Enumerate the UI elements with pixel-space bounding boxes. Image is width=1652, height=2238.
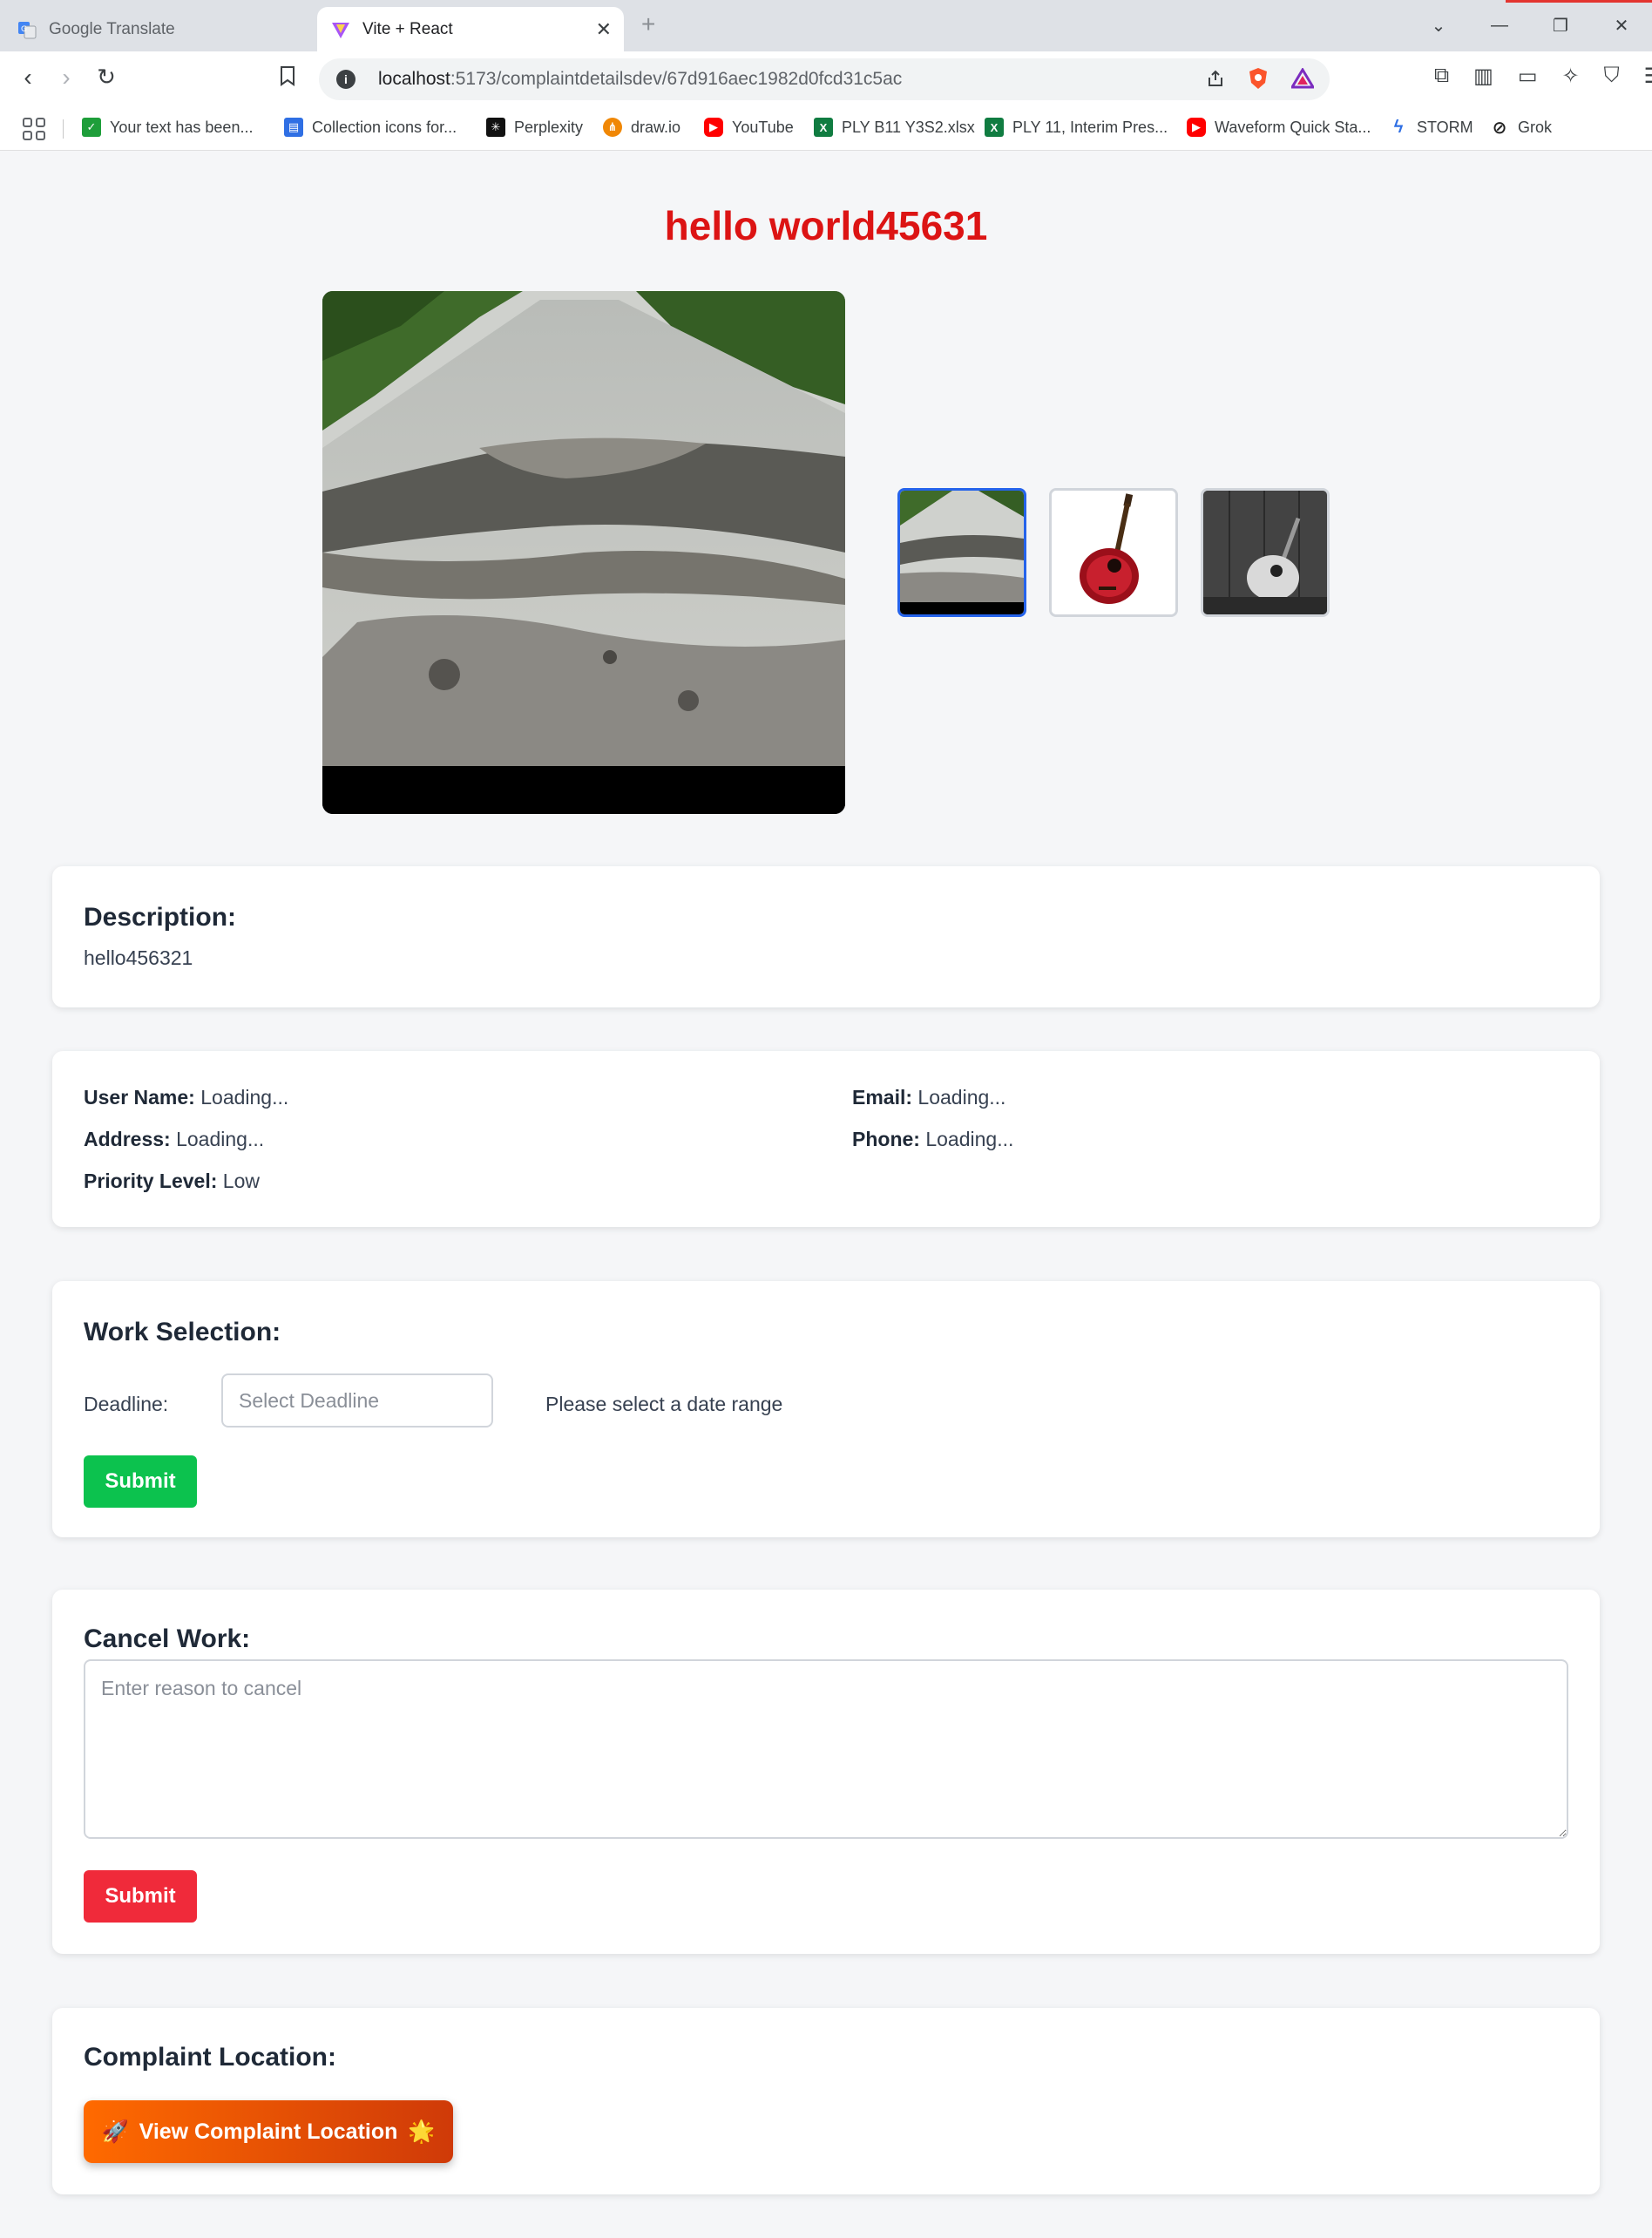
bookmark-item[interactable]: X PLY 11, Interim Pres... — [985, 118, 1168, 137]
collection-icon: ▤ — [284, 118, 303, 137]
browser-toolbar: ‹ › ↻ i localhost:5173/complaintdetailsd… — [0, 51, 1652, 107]
cancel-work-heading: Cancel Work: — [84, 1624, 251, 1653]
email-row: Email: Loading... — [852, 1086, 1006, 1109]
red-guitar-photo — [1052, 491, 1175, 614]
browser-tab-bar: G Google Translate Vite + React ✕ + ⌄ — … — [0, 0, 1652, 51]
cancel-work-card: Cancel Work: Submit — [52, 1590, 1600, 1954]
new-tab-icon[interactable]: + — [641, 10, 655, 38]
tab-search-icon[interactable]: ⌄ — [1408, 15, 1469, 37]
bookmark-item[interactable]: ϟ STORM — [1389, 118, 1473, 137]
page-title: hello world45631 — [664, 203, 988, 248]
description-card: Description: hello456321 — [52, 866, 1600, 1007]
bookmark-item[interactable]: ✓ Your text has been... — [82, 118, 253, 137]
user-name-row: User Name: Loading... — [84, 1086, 289, 1109]
bookmark-item[interactable]: ⊘ Grok — [1490, 118, 1552, 138]
window-controls: ⌄ — ❐ ✕ — [1408, 0, 1652, 51]
reload-icon[interactable]: ↻ — [91, 64, 122, 91]
thumbnail-2[interactable] — [1049, 488, 1178, 617]
email-value: Loading... — [917, 1086, 1006, 1109]
bookmark-item[interactable]: X PLY B11 Y3S2.xlsx — [814, 118, 975, 137]
tab-title: Vite + React — [362, 19, 453, 38]
address-bar[interactable]: i localhost:5173/complaintdetailsdev/67d… — [319, 58, 1330, 100]
work-selection-heading: Work Selection: — [84, 1318, 281, 1346]
thumbnail-1[interactable] — [897, 488, 1026, 617]
bw-guitar-photo — [1203, 491, 1327, 614]
drawio-icon: ⋔ — [603, 118, 622, 137]
menu-icon[interactable]: ☰ — [1644, 64, 1652, 89]
user-name-value: Loading... — [200, 1086, 289, 1109]
description-text: hello456321 — [84, 946, 193, 969]
vite-icon — [331, 20, 350, 39]
complaint-location-card: Complaint Location: 🚀 View Complaint Loc… — [52, 2008, 1600, 2194]
main-complaint-image — [322, 291, 845, 814]
description-heading: Description: — [84, 903, 237, 932]
address-value: Loading... — [176, 1128, 265, 1150]
forward-icon[interactable]: › — [51, 64, 82, 92]
bookmark-separator — [63, 119, 64, 139]
view-location-button[interactable]: 🚀 View Complaint Location 🌟 — [84, 2100, 453, 2163]
road-damage-photo — [900, 491, 1024, 614]
complaint-location-heading: Complaint Location: — [84, 2043, 336, 2072]
google-translate-icon: G — [17, 20, 37, 39]
phone-row: Phone: Loading... — [852, 1128, 1014, 1150]
url-text[interactable]: localhost:5173/complaintdetailsdev/67d91… — [378, 69, 902, 90]
restore-icon[interactable]: ❐ — [1530, 15, 1591, 37]
bookmark-item[interactable]: ▤ Collection icons for... — [284, 118, 457, 137]
view-location-label: View Complaint Location — [139, 2119, 398, 2144]
excel-icon: X — [985, 118, 1004, 137]
vpn-icon[interactable]: ⛉ — [1604, 64, 1620, 89]
back-icon[interactable]: ‹ — [12, 64, 44, 92]
bookmark-item[interactable]: ✳ Perplexity — [486, 118, 583, 137]
grok-icon: ⊘ — [1492, 118, 1507, 138]
toolbar-actions: ⧉ ▥ ▭ ✧ ⛉ ☰ — [1434, 64, 1652, 89]
phone-value: Loading... — [925, 1128, 1014, 1150]
brave-rewards-icon[interactable] — [1290, 67, 1316, 93]
bookmark-icon[interactable] — [279, 65, 296, 92]
work-selection-card: Work Selection: Deadline: Please select … — [52, 1281, 1600, 1537]
priority-row: Priority Level: Low — [84, 1170, 260, 1192]
cancel-reason-textarea[interactable] — [84, 1659, 1568, 1839]
storm-icon: ϟ — [1393, 117, 1404, 137]
youtube-icon: ▶ — [1187, 118, 1206, 137]
date-range-hint: Please select a date range — [545, 1393, 783, 1415]
brave-shields-icon[interactable] — [1248, 67, 1269, 94]
work-submit-button[interactable]: Submit — [84, 1455, 197, 1508]
bookmark-item[interactable]: ⋔ draw.io — [603, 118, 680, 137]
tab-vite-react[interactable]: Vite + React ✕ — [317, 7, 624, 51]
user-info-card: User Name: Loading... Email: Loading... … — [52, 1051, 1600, 1227]
window-close-icon[interactable]: ✕ — [1591, 15, 1652, 37]
bookmark-item[interactable]: ▶ YouTube — [704, 118, 794, 137]
minimize-icon[interactable]: — — [1469, 16, 1530, 36]
bookmarks-bar: ✓ Your text has been... ▤ Collection ico… — [0, 107, 1652, 151]
road-damage-photo — [322, 291, 845, 814]
excel-icon: X — [814, 118, 833, 137]
priority-value: Low — [222, 1170, 260, 1192]
youtube-icon: ▶ — [704, 118, 723, 137]
share-icon[interactable] — [1206, 69, 1225, 92]
check-icon: ✓ — [82, 118, 101, 137]
deadline-input[interactable] — [221, 1373, 493, 1428]
bookmark-item[interactable]: ▶ Waveform Quick Sta... — [1187, 118, 1371, 137]
svg-text:G: G — [21, 25, 27, 34]
cancel-submit-button[interactable]: Submit — [84, 1870, 197, 1923]
tab-google-translate[interactable]: G Google Translate — [17, 7, 314, 51]
star-icon: 🌟 — [408, 2119, 436, 2144]
extensions-icon[interactable]: ⧉ — [1434, 64, 1449, 89]
apps-icon[interactable] — [23, 118, 45, 140]
address-row: Address: Loading... — [84, 1128, 265, 1150]
tab-title: Google Translate — [49, 19, 175, 38]
deadline-label: Deadline: — [84, 1393, 169, 1415]
perplexity-icon: ✳ — [486, 118, 505, 137]
leo-ai-icon[interactable]: ✧ — [1562, 64, 1580, 89]
wallet-icon[interactable]: ▭ — [1518, 64, 1538, 89]
site-info-icon[interactable]: i — [336, 70, 355, 89]
rocket-icon: 🚀 — [101, 2119, 129, 2144]
thumbnail-3[interactable] — [1201, 488, 1330, 617]
close-tab-icon[interactable]: ✕ — [596, 18, 612, 41]
sidebar-icon[interactable]: ▥ — [1473, 64, 1493, 89]
